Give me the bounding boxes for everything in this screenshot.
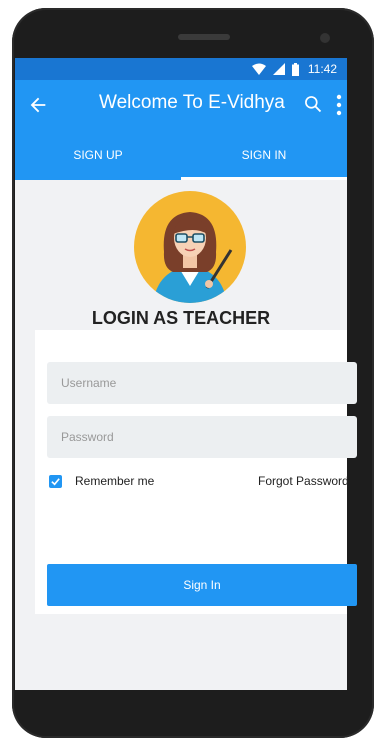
sign-in-button[interactable]: Sign In [47, 564, 357, 606]
password-field[interactable]: Password [47, 416, 357, 458]
tab-sign-in[interactable]: SIGN IN [181, 130, 347, 180]
remember-label: Remember me [75, 474, 155, 488]
battery-icon [292, 62, 299, 76]
phone-speaker [178, 34, 230, 40]
status-icons [252, 62, 299, 76]
more-vert-icon[interactable] [335, 94, 343, 116]
remember-checkbox[interactable] [49, 474, 62, 488]
back-arrow-icon[interactable] [27, 94, 49, 116]
teacher-illustration [134, 191, 246, 303]
tab-sign-up[interactable]: SIGN UP [15, 130, 181, 180]
search-icon[interactable] [303, 94, 323, 114]
status-bar: 11:42 [15, 58, 347, 80]
signal-icon [273, 63, 285, 75]
login-heading: LOGIN AS TEACHER [91, 308, 271, 328]
tab-bar: SIGN UP SIGN IN [15, 130, 347, 180]
teacher-avatar [133, 190, 247, 304]
app-title: Welcome To E-Vidhya [99, 92, 285, 113]
forgot-password-link[interactable]: Forgot Password [258, 474, 349, 488]
phone-camera [320, 33, 330, 43]
status-time: 11:42 [307, 62, 337, 76]
wifi-icon [252, 63, 266, 75]
app-bar: Welcome To E-Vidhya [15, 80, 347, 130]
username-field[interactable]: Username [47, 362, 357, 404]
check-icon [51, 477, 60, 485]
remember-me[interactable]: Remember me [49, 474, 154, 488]
